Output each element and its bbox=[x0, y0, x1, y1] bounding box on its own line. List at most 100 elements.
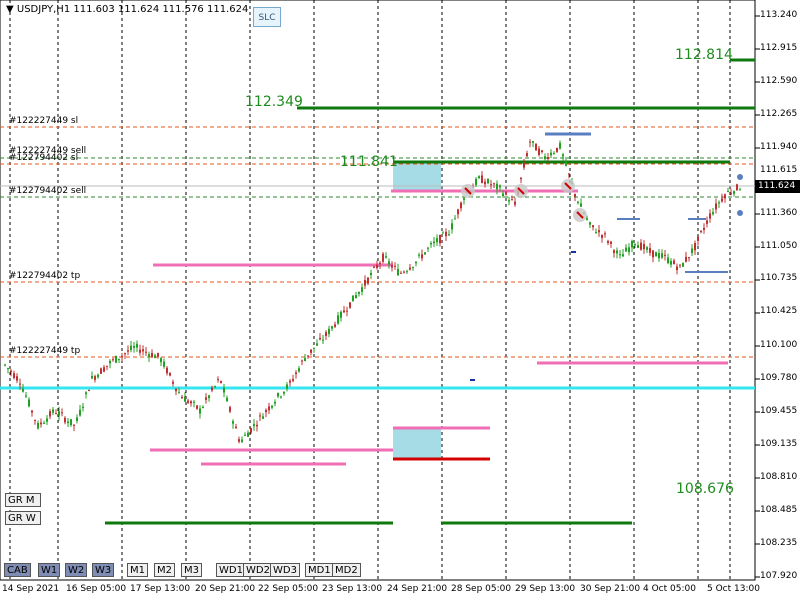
tf-button-w1[interactable]: W1 bbox=[38, 563, 61, 577]
ohlc-values: 111.603 111.624 111.576 111.624 bbox=[73, 4, 249, 15]
candle-body bbox=[655, 252, 657, 257]
candle-body bbox=[175, 388, 177, 392]
candle-body bbox=[667, 257, 669, 264]
candle-body bbox=[37, 422, 39, 429]
candle-body bbox=[106, 365, 108, 367]
small-mark bbox=[571, 251, 576, 253]
candle-body bbox=[478, 176, 480, 179]
candle-body bbox=[283, 391, 285, 394]
candle-body bbox=[139, 349, 141, 353]
candle-body bbox=[715, 203, 717, 210]
candle-body bbox=[580, 203, 582, 207]
candle-body bbox=[289, 380, 291, 383]
candle-body bbox=[388, 261, 390, 265]
candle-body bbox=[391, 265, 393, 268]
candle-body bbox=[187, 400, 189, 403]
candle-body bbox=[355, 295, 357, 299]
candle-body bbox=[100, 368, 102, 374]
candle-body bbox=[739, 189, 741, 191]
candle-body bbox=[628, 247, 630, 253]
order-label-sl: #122227449 sl bbox=[9, 116, 79, 126]
candle-body bbox=[526, 153, 528, 157]
tf-button-w2[interactable]: W2 bbox=[65, 563, 88, 577]
candle-body bbox=[190, 401, 192, 404]
candle-body bbox=[679, 264, 681, 266]
candle-body bbox=[634, 244, 636, 246]
candle-body bbox=[535, 143, 537, 151]
candle-body bbox=[91, 375, 93, 379]
time-tick: 29 Sep 13:00 bbox=[515, 584, 576, 594]
candle-body bbox=[25, 395, 27, 397]
time-tick: 4 Oct 05:00 bbox=[643, 584, 696, 594]
tf-button-m3[interactable]: M3 bbox=[181, 563, 202, 577]
tf-button-md1[interactable]: MD1 bbox=[305, 563, 334, 577]
candle-body bbox=[97, 374, 99, 378]
candle-body bbox=[436, 238, 438, 243]
time-tick: 28 Sep 05:00 bbox=[451, 584, 512, 594]
candle-body bbox=[418, 254, 420, 256]
candle-body bbox=[604, 233, 606, 235]
candle-body bbox=[292, 379, 294, 381]
candle-body bbox=[658, 253, 660, 259]
candle-body bbox=[613, 250, 615, 254]
candle-body bbox=[181, 396, 183, 399]
candle-body bbox=[250, 428, 252, 433]
candle-body bbox=[142, 349, 144, 352]
candle-body bbox=[370, 272, 372, 276]
candle-body bbox=[43, 422, 45, 424]
dropdown-arrow-icon[interactable]: ▼ bbox=[6, 4, 14, 15]
candle-body bbox=[163, 361, 165, 367]
candle-body bbox=[82, 406, 84, 408]
price-tick: 110.425 bbox=[760, 306, 798, 316]
candle-body bbox=[178, 392, 180, 394]
candle-body bbox=[481, 175, 483, 183]
candle-body bbox=[331, 326, 333, 329]
candle-body bbox=[109, 360, 111, 364]
candle-body bbox=[601, 234, 603, 238]
price-chart[interactable] bbox=[0, 0, 800, 600]
candle-body bbox=[73, 424, 75, 426]
resistance-zone bbox=[393, 162, 441, 192]
tf-button-cab[interactable]: CAB bbox=[4, 563, 31, 577]
candle-body bbox=[328, 328, 330, 335]
tf-button-w3[interactable]: W3 bbox=[92, 563, 115, 577]
price-tick: 111.940 bbox=[760, 142, 798, 152]
tf-button-wd1[interactable]: WD1 bbox=[216, 563, 246, 577]
time-tick: 5 Oct 13:00 bbox=[707, 584, 760, 594]
price-tick: 110.100 bbox=[760, 340, 798, 350]
candle-body bbox=[529, 141, 531, 143]
candle-body bbox=[736, 184, 738, 191]
current-price-label: 111.624 bbox=[755, 180, 800, 193]
candle-body bbox=[235, 426, 237, 429]
candle-body bbox=[301, 360, 303, 362]
candle-body bbox=[223, 387, 225, 393]
symbol-label: USDJPY,H1 bbox=[16, 4, 71, 15]
candle-body bbox=[127, 350, 129, 352]
tf-button-md2[interactable]: MD2 bbox=[332, 563, 361, 577]
slc-button[interactable]: SLC bbox=[253, 7, 281, 27]
candle-body bbox=[373, 266, 375, 268]
price-tick: 109.135 bbox=[760, 439, 798, 449]
candle-body bbox=[169, 372, 171, 376]
candle-body bbox=[454, 218, 456, 220]
gr-m-button[interactable]: GR M bbox=[5, 493, 41, 507]
tf-button-wd2[interactable]: WD2 bbox=[243, 563, 273, 577]
candle-body bbox=[376, 264, 378, 268]
candle-body bbox=[88, 389, 90, 392]
candle-body bbox=[256, 424, 258, 427]
candle-body bbox=[361, 287, 363, 292]
time-tick: 17 Sep 13:00 bbox=[130, 584, 191, 594]
tf-button-m2[interactable]: M2 bbox=[154, 563, 175, 577]
candle-body bbox=[385, 256, 387, 258]
tf-button-m1[interactable]: M1 bbox=[127, 563, 148, 577]
tf-button-wd3[interactable]: WD3 bbox=[270, 563, 300, 577]
candle-body bbox=[94, 376, 96, 380]
candle-body bbox=[364, 280, 366, 286]
candle-body bbox=[304, 358, 306, 362]
gr-w-button[interactable]: GR W bbox=[5, 511, 41, 525]
candle-body bbox=[610, 241, 612, 244]
candle-body bbox=[226, 397, 228, 402]
candle-body bbox=[640, 242, 642, 250]
candle-body bbox=[151, 352, 153, 358]
candle-body bbox=[268, 406, 270, 411]
